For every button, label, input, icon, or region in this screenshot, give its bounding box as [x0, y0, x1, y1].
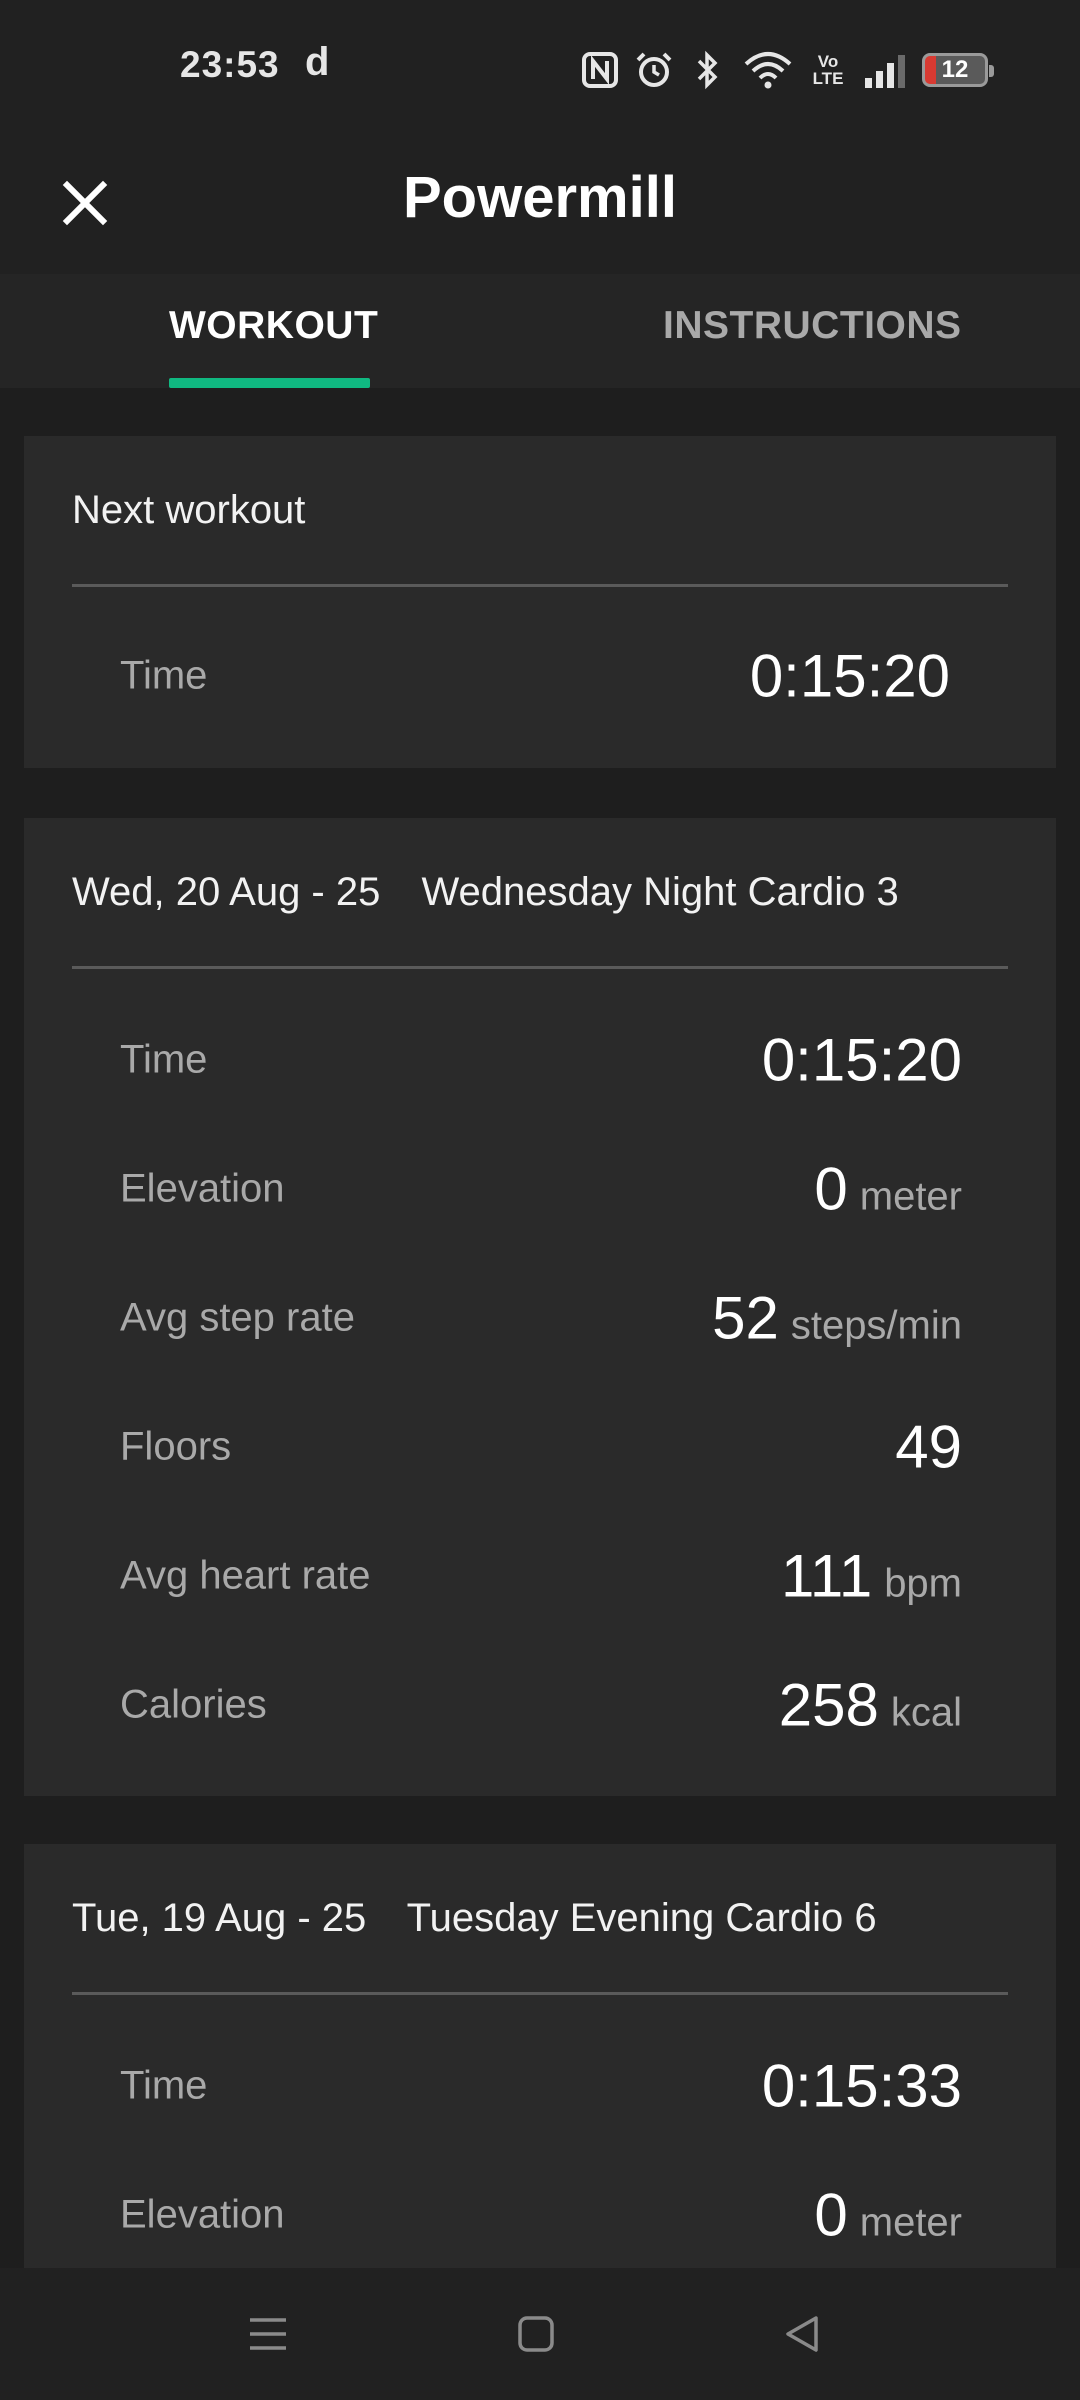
stat-number: 0:15:33	[761, 2052, 962, 2120]
workout-card[interactable]: Wed, 20 Aug - 25 Wednesday Night Cardio …	[24, 818, 1056, 1796]
workout-date: Wed, 20 Aug - 25	[72, 870, 381, 914]
workout-card[interactable]: Tue, 19 Aug - 25 Tuesday Evening Cardio …	[24, 1844, 1056, 2268]
workout-list[interactable]: Next workout Time 0:15:20 Wed, 20 Aug - …	[0, 388, 1080, 2268]
volte-bottom: LTE	[812, 69, 844, 88]
tab-instructions[interactable]: INSTRUCTIONS	[663, 304, 962, 348]
status-time: 23:53	[180, 44, 280, 85]
stat-label: Time	[120, 1037, 208, 1082]
workout-date: Tue, 19 Aug - 25	[72, 1896, 367, 1940]
bluetooth-icon	[688, 50, 728, 90]
stat-label: Elevation	[120, 2192, 285, 2237]
app-bar: Powermill	[0, 136, 1080, 274]
active-tab-indicator	[169, 378, 370, 388]
stat-number: 111	[780, 1542, 873, 1610]
stat-number: 0:15:20	[761, 1026, 962, 1094]
stat-label: Avg step rate	[120, 1295, 355, 1340]
stat-unit: bpm	[884, 1561, 962, 1606]
workout-name: Wednesday Night Cardio 3	[421, 870, 899, 914]
stat-row-time: Time 0:15:20	[120, 636, 950, 716]
next-workout-title: Next workout	[72, 488, 306, 532]
stat-row-avg-step-rate: Avg step rate 52 steps/min	[120, 1278, 962, 1358]
stat-row-avg-heart-rate: Avg heart rate 111 bpm	[120, 1536, 962, 1616]
stat-value: 0:15:20	[762, 1026, 962, 1095]
workout-card-header: Tue, 19 Aug - 25 Tuesday Evening Cardio …	[72, 1896, 877, 1941]
stat-row-elevation: Elevation 0 meter	[120, 2175, 962, 2255]
stat-value: 0:15:20	[750, 642, 950, 711]
stat-value: 111 bpm	[781, 1542, 962, 1611]
divider	[72, 1992, 1008, 1995]
back-button[interactable]	[772, 2308, 832, 2360]
back-icon	[786, 2316, 818, 2352]
wifi-icon	[742, 50, 794, 90]
status-icons: Vo LTE 12	[580, 46, 994, 94]
battery-level: 12	[941, 56, 969, 83]
stat-label: Avg heart rate	[120, 1553, 371, 1598]
stat-value: 0 meter	[814, 2181, 962, 2250]
menu-icon	[250, 2318, 286, 2350]
status-bar: 23:53 d Vo LTE 12	[0, 0, 1080, 136]
stat-label: Time	[120, 2063, 208, 2108]
stat-value: 0:15:33	[762, 2052, 962, 2121]
home-icon	[518, 2316, 554, 2352]
stat-value: 49	[895, 1413, 962, 1482]
stat-unit: kcal	[890, 1690, 962, 1735]
signal-icon	[862, 50, 908, 90]
stat-row-floors: Floors 49	[120, 1407, 962, 1487]
workout-card-header: Wed, 20 Aug - 25 Wednesday Night Cardio …	[72, 870, 899, 915]
stat-number: 52	[712, 1284, 779, 1352]
stat-row-time: Time 0:15:33	[120, 2046, 962, 2126]
stat-row-elevation: Elevation 0 meter	[120, 1149, 962, 1229]
stat-label: Time	[120, 653, 208, 698]
stat-number: 0	[814, 1155, 848, 1223]
recents-button[interactable]	[238, 2308, 298, 2360]
stat-number: 0	[814, 2181, 848, 2249]
next-workout-card: Next workout Time 0:15:20	[24, 436, 1056, 768]
stat-unit: meter	[859, 2200, 962, 2245]
alarm-icon	[634, 50, 674, 90]
stat-value: 258 kcal	[779, 1671, 962, 1740]
volte-icon: Vo LTE	[808, 50, 848, 90]
stat-number: 0:15:20	[749, 642, 950, 710]
divider	[72, 966, 1008, 969]
page-title: Powermill	[403, 165, 677, 230]
stat-value: 0 meter	[814, 1155, 962, 1224]
stat-number: 258	[778, 1671, 879, 1739]
nfc-icon	[580, 50, 620, 90]
divider	[72, 584, 1008, 587]
app-notification-icon: d	[305, 40, 330, 84]
stat-value: 52 steps/min	[712, 1284, 962, 1353]
tab-bar: WORKOUT INSTRUCTIONS	[0, 274, 1080, 388]
stat-label: Floors	[120, 1424, 232, 1469]
stat-unit: meter	[859, 1174, 962, 1219]
stat-label: Elevation	[120, 1166, 285, 1211]
home-button[interactable]	[506, 2308, 566, 2360]
stat-label: Calories	[120, 1682, 267, 1727]
workout-name: Tuesday Evening Cardio 6	[406, 1896, 877, 1940]
stat-number: 49	[895, 1413, 962, 1481]
battery-icon: 12	[922, 53, 994, 87]
system-nav-bar	[0, 2268, 1080, 2400]
tab-workout[interactable]: WORKOUT	[169, 304, 378, 348]
stat-row-time: Time 0:15:20	[120, 1020, 962, 1100]
stat-unit: steps/min	[790, 1303, 962, 1348]
stat-row-calories: Calories 258 kcal	[120, 1665, 962, 1745]
